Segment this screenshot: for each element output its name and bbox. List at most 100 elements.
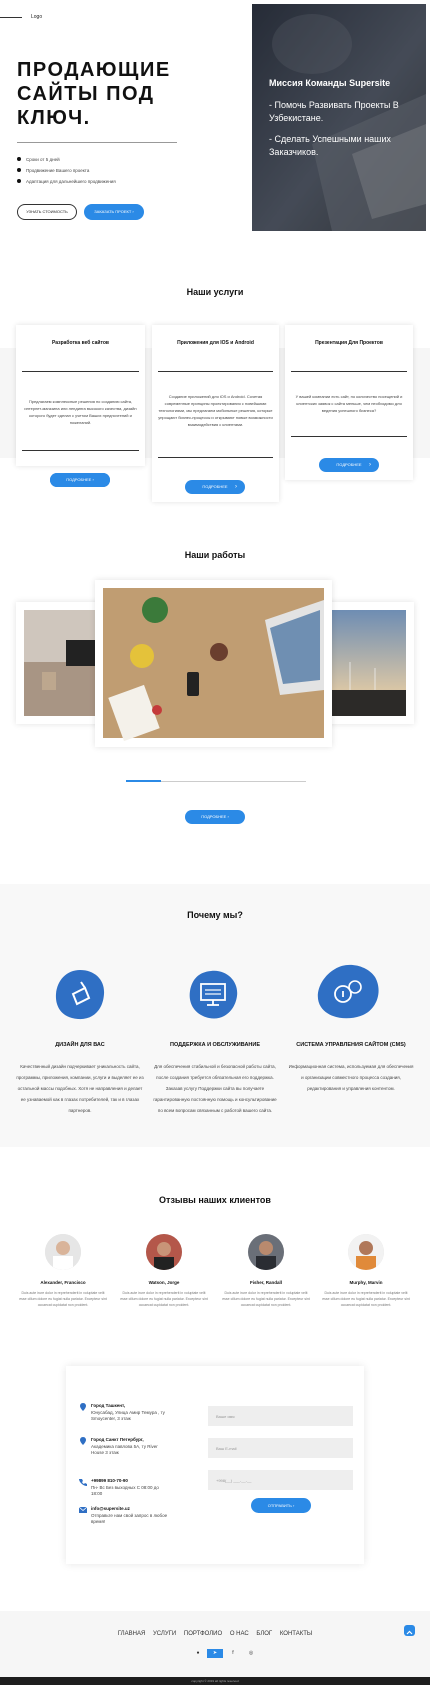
copyright: copyright © 2019 all rights reserved — [0, 1677, 430, 1685]
email-address[interactable]: info@supersite.uz — [91, 1506, 130, 1511]
support-icon — [189, 970, 238, 1019]
phone-number[interactable]: +99899 810-70-90 — [91, 1478, 128, 1483]
footer-nav: ГЛАВНАЯ УСЛУГИ ПОРТФОЛИО О НАС БЛОГ КОНТ… — [0, 1631, 430, 1637]
portfolio-slide[interactable] — [16, 602, 100, 724]
review-card: Alexander, Francisco Duis aute irure dol… — [18, 1234, 108, 1308]
review-text: Duis aute irure dolor in reprehenderit i… — [19, 1291, 107, 1307]
details-button[interactable]: ПОДРОБНЕЕ › — [319, 458, 379, 472]
hero-title: ПРОДАЮЩИЕ САЙТЫ ПОД КЛЮЧ. — [17, 59, 171, 129]
address-spb: Город Санкт Петербург, Академика павлова… — [80, 1437, 171, 1457]
avatar — [348, 1234, 384, 1270]
divider — [17, 142, 177, 143]
nav-about[interactable]: О НАС — [230, 1631, 249, 1637]
avatar — [248, 1234, 284, 1270]
why-item-title: ДИЗАЙН ДЛЯ ВАС — [55, 1042, 105, 1048]
address-title: Город Ташкент, — [91, 1403, 126, 1408]
mission-title: Миссия Команды Supersite — [269, 78, 391, 88]
reviews-title: Отзывы наших клиентов — [159, 1195, 271, 1205]
works-title: Наши работы — [184, 550, 246, 560]
review-card: Murphy, Marvin Duis aute irure dolor in … — [321, 1234, 411, 1308]
slider-progress — [126, 780, 161, 782]
telegram-icon[interactable]: ➤ — [207, 1649, 223, 1658]
chevron-right-icon: › — [132, 209, 134, 214]
logo[interactable]: Logo — [31, 14, 42, 20]
chevron-right-icon: › — [292, 1503, 295, 1508]
why-item: СИСТЕМА УПРАВЛЕНИЯ САЙТОМ (CMS) Информац… — [287, 1042, 415, 1094]
location-pin-icon — [80, 1403, 86, 1411]
order-button[interactable]: ЗАКАЗАТЬ ПРОЕКТ › — [84, 204, 144, 220]
mission-text-1: - Помочь Развивать Проекты В Узбекистане… — [269, 100, 399, 123]
service-card: Презентация Для Проектов У вашей компани… — [285, 325, 413, 480]
name-input[interactable]: Ваше имя — [208, 1406, 353, 1426]
nav-services[interactable]: УСЛУГИ — [153, 1631, 176, 1637]
portfolio-image — [103, 588, 324, 742]
footer — [0, 1611, 430, 1677]
nav-home[interactable]: ГЛАВНАЯ — [118, 1631, 146, 1637]
divider — [291, 436, 407, 437]
works-details-button[interactable]: ПОДРОБНЕЕ › — [185, 810, 245, 824]
price-button[interactable]: УЗНАТЬ СТОИМОСТЬ — [17, 204, 77, 220]
address-tashkent: Город Ташкент, Юнусабад, Улица Амир Тему… — [80, 1403, 171, 1423]
mission-text-2: - Сделать Успешными наших Заказчиков. — [269, 134, 391, 157]
portfolio-image — [24, 610, 100, 716]
avatar — [45, 1234, 81, 1270]
nav-contacts[interactable]: КОНТАКТЫ — [280, 1631, 312, 1637]
email-input[interactable]: Ваш E-mail — [208, 1438, 353, 1458]
portfolio-slide[interactable] — [320, 602, 414, 724]
logo-line — [0, 17, 22, 18]
chevron-right-icon: › — [227, 814, 229, 819]
hero-image: Миссия Команды Supersite - Помочь Развив… — [252, 4, 426, 231]
chevron-right-icon: › — [369, 462, 371, 468]
details-label: ПОДРОБНЕЕ — [66, 477, 92, 482]
service-card: Разработка веб сайтов Предлагаем комплек… — [16, 325, 145, 487]
address-text: Академика павлова 5А, ту River House 3 э… — [91, 1443, 158, 1456]
send-button[interactable]: ОТПРАВИТЬ › — [251, 1498, 311, 1513]
bullet-item: Адаптация для дальнейшего продвижения — [17, 179, 116, 190]
phone-block: +99899 810-70-90 Пн- Вс Без выходных С 0… — [79, 1478, 171, 1498]
card-desc: Создание приложений для iOS и Android. С… — [158, 394, 273, 427]
working-hours: Пн- Вс Без выходных С 08:00 до 18:00 — [91, 1484, 159, 1497]
why-item-desc: Для обеспечения стабильной и безопасной … — [153, 1064, 277, 1113]
card-title: Презентация Для Проектов — [315, 340, 383, 346]
portfolio-slide-active[interactable] — [95, 580, 332, 747]
card-title: Разработка веб сайтов — [52, 340, 109, 346]
contact-card: Город Ташкент, Юнусабад, Улица Амир Тему… — [66, 1366, 364, 1564]
review-name: Watson, Jorge — [148, 1280, 180, 1285]
review-name: Alexander, Francisco — [40, 1280, 86, 1285]
email-block: info@supersite.uz Отправьте нам свой зап… — [79, 1506, 171, 1526]
review-card: Watson, Jorge Duis aute irure dolor in r… — [119, 1234, 209, 1308]
facebook-icon[interactable]: f — [225, 1649, 241, 1658]
location-pin-icon — [80, 1437, 86, 1445]
avatar — [146, 1234, 182, 1270]
instagram-icon[interactable]: ◎ — [243, 1649, 259, 1658]
portfolio-image — [320, 610, 406, 716]
details-label: ПОДРОБНЕЕ — [202, 484, 228, 489]
why-item: ДИЗАЙН ДЛЯ ВАС Качественный дизайн подче… — [16, 1042, 144, 1116]
address-title: Город Санкт Петербург, — [91, 1437, 144, 1442]
bullet-item: Продвижение Вашего проекта — [17, 168, 116, 179]
divider — [158, 371, 273, 372]
divider — [22, 450, 139, 451]
details-button[interactable]: ПОДРОБНЕЕ › — [50, 473, 110, 487]
card-title: Приложения для IOS и Android — [177, 340, 254, 346]
why-item-desc: Качественный дизайн подчеркивает уникаль… — [16, 1064, 144, 1113]
details-button[interactable]: ПОДРОБНЕЕ › — [185, 480, 245, 494]
service-card: Приложения для IOS и Android Создание пр… — [152, 325, 279, 502]
why-item-title: ПОДДЕРЖКА И ОБСЛУЖИВАНИЕ — [169, 1042, 261, 1048]
design-icon — [55, 970, 105, 1020]
hero-bullets: Сроки от 5 дней Продвижение Вашего проек… — [17, 157, 116, 190]
review-name: Fisher, Randall — [249, 1280, 282, 1285]
card-desc: У вашей компании есть сайт, но количеств… — [295, 394, 403, 413]
why-title: Почему мы? — [187, 910, 243, 920]
nav-portfolio[interactable]: ПОРТФОЛИО — [184, 1631, 222, 1637]
services-title: Наши услуги — [186, 287, 244, 297]
cms-icon — [317, 964, 379, 1019]
address-text: Юнусабад, Улица Амир Темура , ту Smoycen… — [91, 1409, 165, 1422]
divider — [158, 457, 273, 458]
chevron-right-icon: › — [235, 484, 237, 490]
phone-input[interactable]: +998(__) ___-__-__ — [208, 1470, 353, 1490]
email-note: Отправьте нам свой запрос в любое время! — [91, 1512, 168, 1525]
nav-blog[interactable]: БЛОГ — [256, 1631, 272, 1637]
review-text: Duis aute irure dolor in reprehenderit i… — [322, 1291, 410, 1307]
whatsapp-icon[interactable]: ● — [190, 1649, 206, 1658]
